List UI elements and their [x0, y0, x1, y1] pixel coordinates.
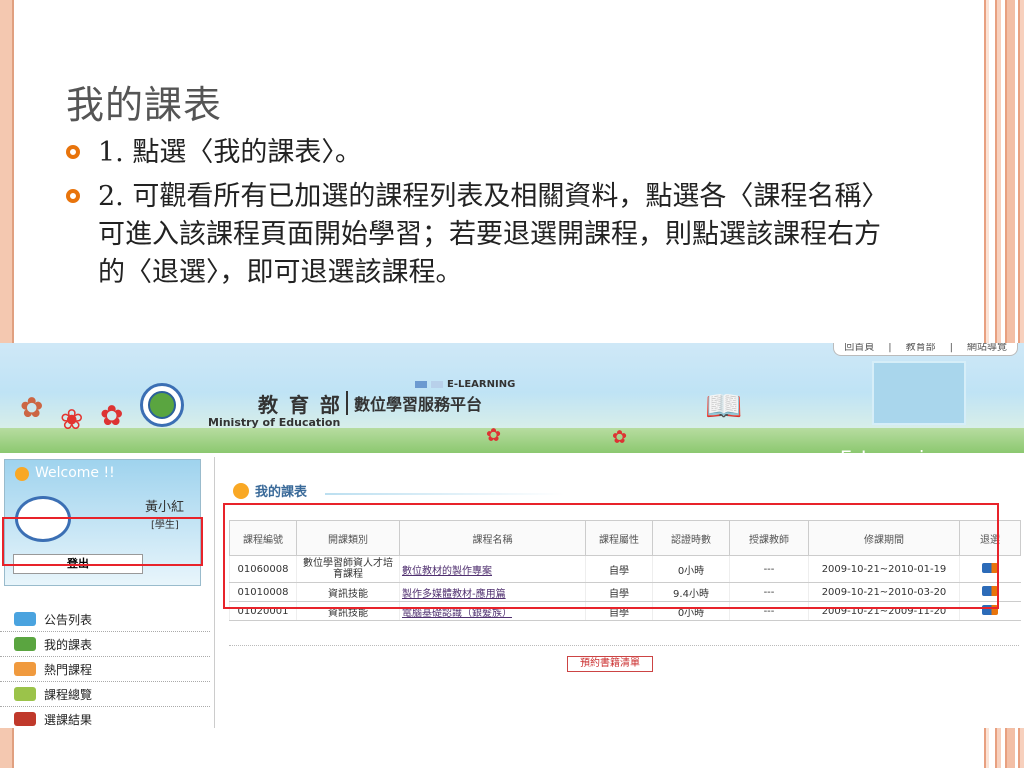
monitor-icon — [872, 361, 966, 425]
folder-icon — [14, 687, 36, 701]
prebook-list-button[interactable]: 預約書籍清單 — [567, 656, 653, 672]
ministry-emblem-icon — [140, 383, 184, 427]
book-drawing-icon: 📖 — [705, 389, 743, 424]
flower-icon: ❀ — [60, 403, 84, 436]
top-links: 回首頁 | 教育部 | 網站導覽 — [833, 343, 1018, 356]
sitemap-link[interactable]: 網站導覽 — [967, 343, 1007, 353]
user-name: 黃小紅 — [145, 500, 185, 515]
home-link[interactable]: 回首頁 — [844, 343, 874, 353]
sun-icon — [15, 467, 29, 481]
sidebar-item-label: 熱門課程 — [44, 662, 93, 677]
sidebar: Welcome !! 黃小紅 [學生] 登出 公告列表 我的課表 熱門課程 課程… — [0, 457, 210, 728]
section-title-text: 我的課表 — [255, 485, 308, 500]
bullet-text: 2. 可觀看所有已加選的課程列表及相關資料，點選各〈課程名稱〉可進入該課程頁面開… — [98, 181, 889, 288]
highlight-box-menu — [2, 517, 203, 566]
sidebar-item-label: 公告列表 — [44, 612, 93, 627]
bullet-item: 1. 點選〈我的課表〉。 — [66, 134, 896, 172]
flower-icon: ✿ — [612, 427, 628, 448]
title-underline — [325, 493, 565, 495]
sidebar-item-announcements[interactable]: 公告列表 — [0, 607, 210, 632]
slide-title: 我的課表 — [66, 83, 223, 127]
ministry-name-en: Ministry of Education — [208, 416, 341, 429]
sidebar-menu: 公告列表 我的課表 熱門課程 課程總覽 選課結果 — [0, 607, 210, 728]
ministry-name-cn: 教 育 部 — [258, 393, 342, 417]
bullet-text: 1. 點選〈我的課表〉。 — [98, 137, 362, 168]
sidebar-item-enroll-result[interactable]: 選課結果 — [0, 707, 210, 728]
moe-link[interactable]: 教育部 — [906, 343, 936, 353]
embedded-screenshot: ✿ ❀ ✿ 教 育 部 Ministry of Education E-LEAR… — [0, 343, 1024, 728]
sidebar-item-label: 選課結果 — [44, 712, 93, 727]
highlight-box-table — [223, 503, 999, 609]
bullet-list: 1. 點選〈我的課表〉。 2. 可觀看所有已加選的課程列表及相關資料，點選各〈課… — [66, 134, 896, 298]
result-icon — [14, 712, 36, 726]
sun-icon — [233, 482, 249, 499]
section-title: 我的課表 — [233, 481, 307, 500]
site-banner: ✿ ❀ ✿ 教 育 部 Ministry of Education E-LEAR… — [0, 343, 1024, 469]
flower-icon: ✿ — [20, 391, 44, 424]
bullet-item: 2. 可觀看所有已加選的課程列表及相關資料，點選各〈課程名稱〉可進入該課程頁面開… — [66, 178, 896, 292]
flower-icon: ✿ — [486, 425, 502, 446]
divider — [229, 645, 1019, 646]
sidebar-item-label: 課程總覽 — [44, 687, 93, 702]
sidebar-item-popular-courses[interactable]: 熱門課程 — [0, 657, 210, 682]
flower-icon: ✿ — [100, 399, 124, 432]
elearning-small-label: E-LEARNING — [415, 379, 515, 390]
bullet-icon — [66, 185, 88, 292]
book-icon — [14, 637, 36, 651]
fire-icon — [14, 662, 36, 676]
sidebar-item-label: 我的課表 — [44, 637, 93, 652]
welcome-text: Welcome !! — [35, 465, 115, 481]
bullet-icon — [66, 141, 88, 172]
sidebar-item-my-courses[interactable]: 我的課表 — [0, 632, 210, 657]
megaphone-icon — [14, 612, 36, 626]
platform-name: 數位學習服務平台 — [346, 391, 482, 415]
sidebar-item-course-overview[interactable]: 課程總覽 — [0, 682, 210, 707]
